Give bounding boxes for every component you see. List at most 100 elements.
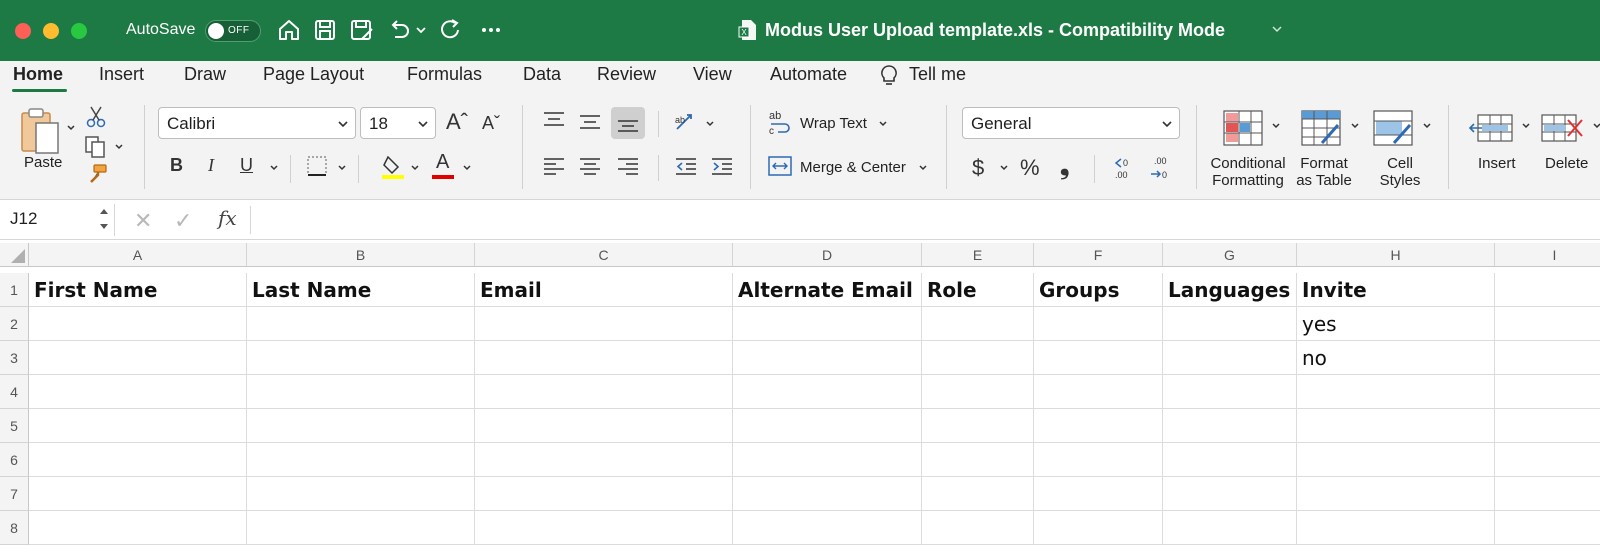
tab-view[interactable]: View — [693, 64, 732, 85]
orientation-dropdown-chevron-icon[interactable] — [705, 119, 715, 129]
cell-c3[interactable] — [475, 341, 733, 375]
cell-b5[interactable] — [247, 409, 475, 443]
copy-dropdown-chevron-icon[interactable] — [114, 142, 124, 152]
row-header-8[interactable]: 8 — [0, 511, 29, 545]
cell-a3[interactable] — [29, 341, 247, 375]
wrap-text-icon[interactable]: ab c — [768, 109, 792, 135]
borders-icon[interactable] — [306, 155, 328, 177]
row-header-4[interactable]: 4 — [0, 375, 29, 409]
cell-b8[interactable] — [247, 511, 475, 545]
cut-scissors-icon[interactable] — [86, 105, 106, 129]
cell-a1[interactable]: First Name — [29, 273, 247, 307]
cell-c6[interactable] — [475, 443, 733, 477]
column-header-i[interactable]: I — [1495, 243, 1600, 267]
row-header-5[interactable]: 5 — [0, 409, 29, 443]
cell-h8[interactable] — [1297, 511, 1495, 545]
undo-icon[interactable] — [386, 17, 412, 43]
conditional-formatting-icon[interactable] — [1222, 109, 1264, 147]
undo-dropdown-chevron-icon[interactable] — [414, 17, 428, 43]
cell-i7[interactable] — [1495, 477, 1600, 511]
redo-icon[interactable] — [438, 17, 464, 43]
home-icon[interactable] — [276, 17, 302, 43]
cell-i4[interactable] — [1495, 375, 1600, 409]
cell-f3[interactable] — [1034, 341, 1163, 375]
cell-d8[interactable] — [733, 511, 922, 545]
cell-i5[interactable] — [1495, 409, 1600, 443]
merge-center-label[interactable]: Merge & Center — [800, 159, 906, 176]
cell-c1[interactable]: Email — [475, 273, 733, 307]
cell-e7[interactable] — [922, 477, 1034, 511]
cell-styles-label-1[interactable]: Cell — [1372, 155, 1428, 172]
bold-button[interactable]: B — [170, 155, 183, 176]
cell-styles-label-2[interactable]: Styles — [1372, 172, 1428, 189]
select-all-corner[interactable] — [0, 243, 29, 267]
row-header-2[interactable]: 2 — [0, 307, 29, 341]
tab-review[interactable]: Review — [597, 64, 656, 85]
column-header-e[interactable]: E — [922, 243, 1034, 267]
font-size-dropdown[interactable]: 18 — [360, 107, 436, 139]
column-header-b[interactable]: B — [247, 243, 475, 267]
cell-d3[interactable] — [733, 341, 922, 375]
cell-c4[interactable] — [475, 375, 733, 409]
cell-e2[interactable] — [922, 307, 1034, 341]
number-format-dropdown[interactable]: General — [962, 107, 1180, 139]
column-header-g[interactable]: G — [1163, 243, 1297, 267]
worksheet-grid[interactable]: A B C D E F G H I 1 First Name Last Name Email Altern… — [0, 243, 1600, 553]
cell-a4[interactable] — [29, 375, 247, 409]
cell-c5[interactable] — [475, 409, 733, 443]
italic-button[interactable]: I — [208, 155, 214, 176]
confirm-entry-icon[interactable]: ✓ — [174, 208, 192, 234]
cell-f7[interactable] — [1034, 477, 1163, 511]
cell-c2[interactable] — [475, 307, 733, 341]
increase-indent-icon[interactable] — [710, 157, 734, 175]
decrease-font-size-icon[interactable]: Aˇ — [482, 113, 500, 134]
title-chevron-down-icon[interactable] — [1270, 22, 1284, 36]
cell-e6[interactable] — [922, 443, 1034, 477]
increase-font-size-icon[interactable]: Aˆ — [446, 109, 468, 135]
font-name-dropdown[interactable]: Calibri — [158, 107, 356, 139]
lightbulb-icon[interactable] — [879, 64, 899, 88]
cell-f2[interactable] — [1034, 307, 1163, 341]
cell-g7[interactable] — [1163, 477, 1297, 511]
font-color-dropdown-chevron-icon[interactable] — [462, 163, 472, 173]
cell-b4[interactable] — [247, 375, 475, 409]
cell-e4[interactable] — [922, 375, 1034, 409]
align-left-icon[interactable] — [542, 157, 566, 175]
save-icon[interactable] — [312, 17, 338, 43]
borders-dropdown-chevron-icon[interactable] — [337, 163, 347, 173]
cell-g1[interactable]: Languages — [1163, 273, 1297, 307]
cell-e1[interactable]: Role — [922, 273, 1034, 307]
delete-cells-chevron-icon[interactable] — [1592, 121, 1600, 131]
column-header-h[interactable]: H — [1297, 243, 1495, 267]
cell-d7[interactable] — [733, 477, 922, 511]
cell-d5[interactable] — [733, 409, 922, 443]
conditional-formatting-label-2[interactable]: Formatting — [1210, 172, 1286, 189]
row-header-3[interactable]: 3 — [0, 341, 29, 375]
cell-f4[interactable] — [1034, 375, 1163, 409]
cell-h3[interactable]: no — [1297, 341, 1495, 375]
copy-icon[interactable] — [84, 135, 108, 159]
cell-g5[interactable] — [1163, 409, 1297, 443]
cell-b2[interactable] — [247, 307, 475, 341]
cell-h5[interactable] — [1297, 409, 1495, 443]
tell-me-search[interactable]: Tell me — [909, 64, 966, 85]
tab-draw[interactable]: Draw — [184, 64, 226, 85]
format-painter-icon[interactable] — [86, 163, 108, 185]
format-as-table-label-1[interactable]: Format — [1296, 155, 1352, 172]
tab-home[interactable]: Home — [13, 64, 63, 85]
align-middle-icon[interactable] — [578, 113, 602, 131]
row-header-6[interactable]: 6 — [0, 443, 29, 477]
cell-g4[interactable] — [1163, 375, 1297, 409]
cell-d2[interactable] — [733, 307, 922, 341]
underline-button[interactable]: U — [240, 155, 253, 176]
close-window-button[interactable] — [15, 23, 31, 39]
currency-format-button[interactable]: $ — [972, 155, 984, 181]
cell-c7[interactable] — [475, 477, 733, 511]
cell-h4[interactable] — [1297, 375, 1495, 409]
underline-dropdown-chevron-icon[interactable] — [269, 163, 279, 173]
cell-d4[interactable] — [733, 375, 922, 409]
column-header-a[interactable]: A — [29, 243, 247, 267]
merge-dropdown-chevron-icon[interactable] — [918, 163, 928, 173]
cell-b6[interactable] — [247, 443, 475, 477]
cell-i3[interactable] — [1495, 341, 1600, 375]
